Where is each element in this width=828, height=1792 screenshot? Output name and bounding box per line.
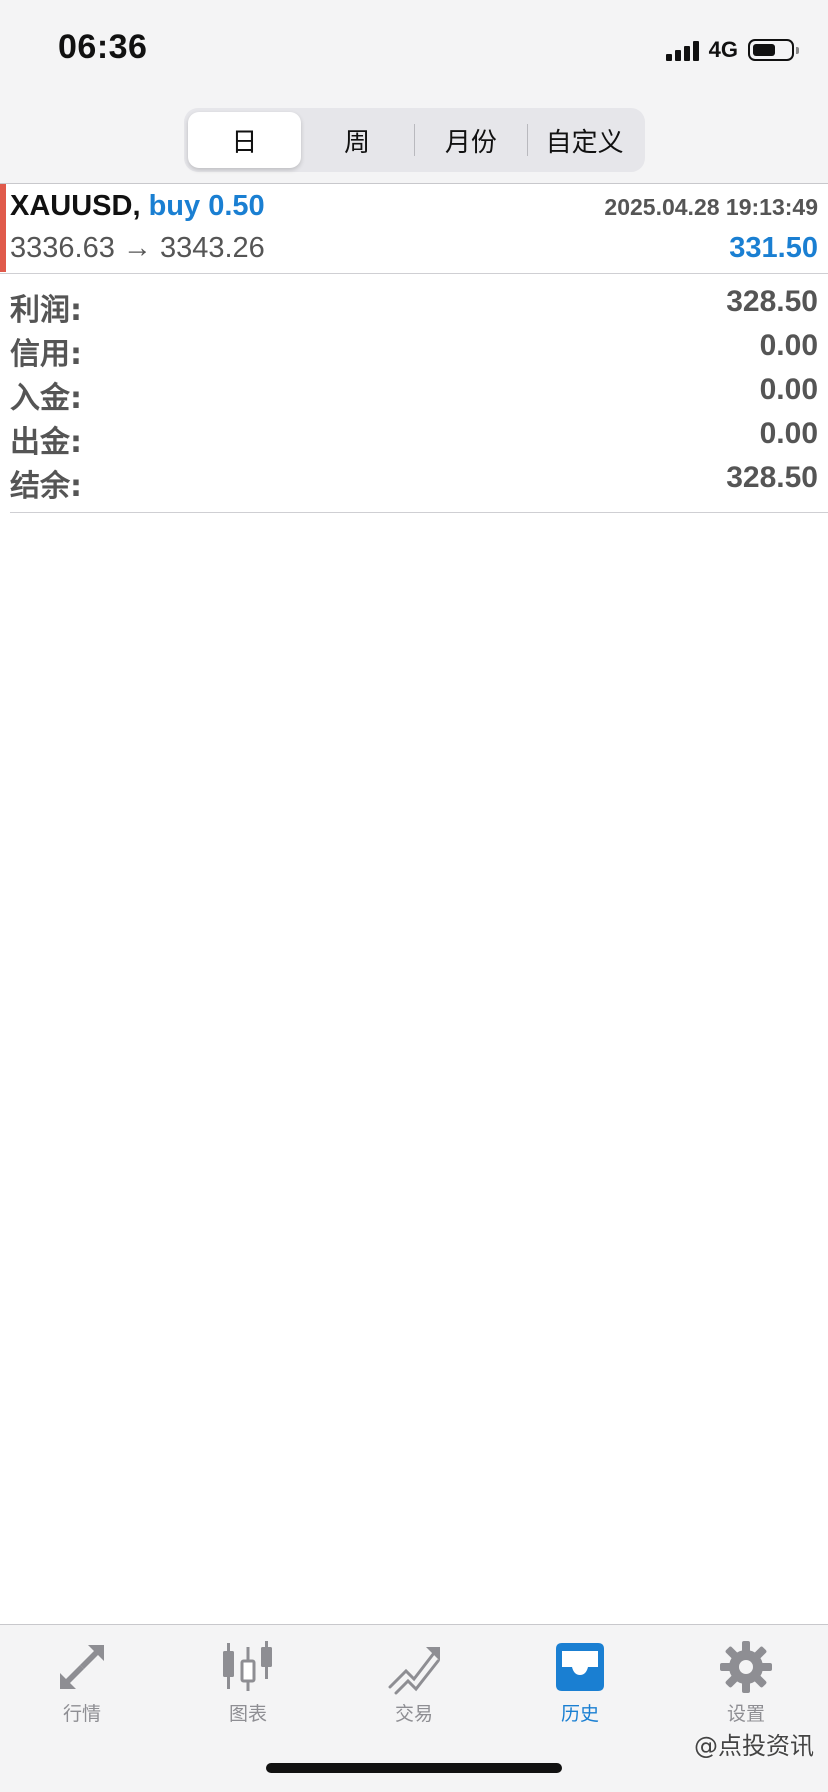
- open-price: 3336.63: [10, 232, 115, 264]
- tab-quotes[interactable]: 行情: [22, 1639, 142, 1735]
- summary-row-profit: 利润: 328.50: [0, 283, 828, 328]
- tab-settings[interactable]: 设置: [686, 1639, 806, 1735]
- trade-accent-bar: [0, 184, 6, 272]
- summary-label: 入金:: [10, 381, 82, 416]
- summary-label: 信用:: [10, 337, 82, 372]
- trade-title: XAUUSD, buy 0.50: [10, 190, 265, 223]
- summary-value: 328.50: [726, 461, 818, 494]
- segment-month[interactable]: 月份: [415, 112, 528, 168]
- close-price: 3343.26: [159, 232, 265, 264]
- summary-value: 0.00: [759, 329, 818, 362]
- summary-value: 0.00: [759, 417, 818, 450]
- watermark-text: @点投资讯: [694, 1732, 814, 1760]
- cellular-signal-icon: [665, 39, 699, 61]
- quotes-arrows-icon: [60, 1645, 104, 1689]
- summary-label: 结余:: [10, 469, 82, 504]
- trade-trend-icon: [388, 1647, 440, 1695]
- status-indicators: 4G: [665, 36, 799, 64]
- tab-label: 图表: [228, 1703, 267, 1725]
- summary-row-deposit: 入金: 0.00: [0, 371, 828, 416]
- summary-value: 0.00: [759, 373, 818, 406]
- trade-type: buy 0.50: [148, 190, 265, 222]
- gear-icon: [720, 1641, 772, 1693]
- period-selector-bar: 日 周 月份 自定义: [0, 100, 828, 184]
- trade-symbol: XAUUSD,: [10, 190, 141, 222]
- summary-row-balance: 结余: 328.50: [0, 459, 828, 504]
- summary-row-withdrawal: 出金: 0.00: [0, 415, 828, 460]
- tab-history[interactable]: 历史: [520, 1639, 640, 1735]
- history-inbox-icon: [556, 1643, 604, 1691]
- battery-icon: [748, 39, 799, 61]
- summary-row-credit: 信用: 0.00: [0, 327, 828, 372]
- summary-value: 328.50: [726, 285, 818, 318]
- trade-profit: 331.50: [729, 232, 818, 264]
- trade-datetime: 2025.04.28 19:13:49: [604, 194, 818, 220]
- candlestick-chart-icon: [223, 1641, 272, 1691]
- summary-divider: [10, 512, 828, 513]
- tab-label: 历史: [560, 1703, 599, 1725]
- segment-week[interactable]: 周: [301, 112, 414, 168]
- period-segmented-control: 日 周 月份 自定义: [184, 108, 645, 172]
- tab-trade[interactable]: 交易: [354, 1639, 474, 1735]
- segment-custom[interactable]: 自定义: [528, 112, 641, 168]
- home-indicator[interactable]: [266, 1763, 562, 1773]
- tab-label: 设置: [726, 1703, 765, 1725]
- tab-label: 交易: [394, 1703, 433, 1725]
- trade-prices: 3336.63 → 3343.26: [10, 232, 265, 265]
- trade-history-row[interactable]: XAUUSD, buy 0.50 2025.04.28 19:13:49 333…: [0, 184, 828, 274]
- tab-chart[interactable]: 图表: [188, 1639, 308, 1735]
- price-arrow-icon: →: [122, 232, 152, 264]
- summary-label: 利润:: [10, 293, 82, 328]
- status-time: 06:36: [58, 28, 148, 66]
- segment-day[interactable]: 日: [188, 112, 301, 168]
- summary-label: 出金:: [10, 425, 82, 460]
- network-type: 4G: [708, 37, 738, 62]
- tab-label: 行情: [62, 1703, 101, 1725]
- account-summary: 利润: 328.50 信用: 0.00 入金: 0.00 出金: 0.00 结余…: [0, 283, 828, 504]
- status-bar: 06:36 4G: [0, 0, 828, 100]
